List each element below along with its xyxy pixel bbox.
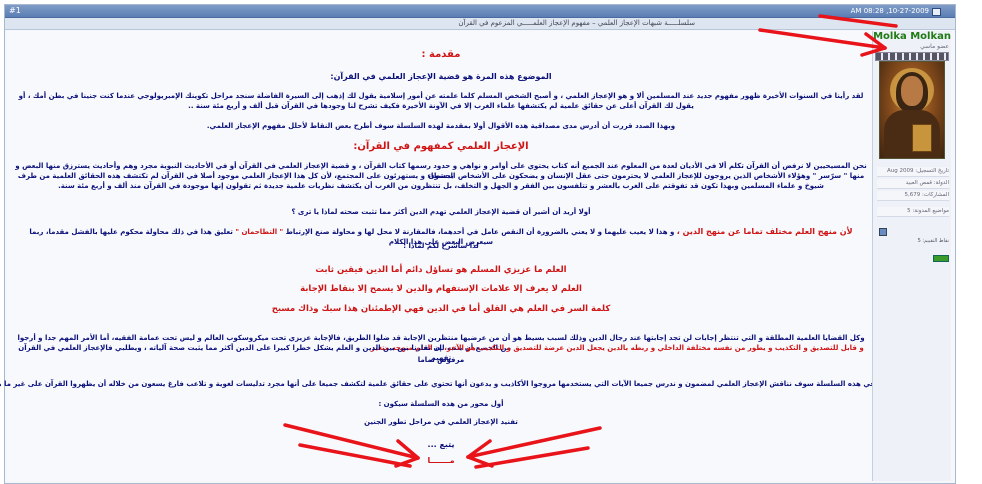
paragraph-9: أول محور من هذه السلسلة سيكون : bbox=[378, 400, 504, 408]
paragraph-4c: شيوخ و علماء المسلمين وبهذا تكون قد تفوق… bbox=[58, 182, 824, 190]
paragraph-10: تفنيد الإعجاز العلمي في مراحل تطور الجني… bbox=[364, 418, 518, 426]
forum-post: #1 AM 08:28 ,10-27-2009 سلسلـــــة شبهات… bbox=[0, 4, 956, 484]
info-country: الدولة: قمص العبيد bbox=[877, 179, 949, 189]
reputation-label: نقاط التقييم: 5 bbox=[917, 238, 949, 244]
avatar-book bbox=[912, 124, 932, 152]
red-line-1: العلم ما عزيزي المسلم هو تساؤل دائم أما … bbox=[315, 265, 567, 275]
paragraph-2a: لقد رأينا في السنوات الأخيرة ظهور مفهوم … bbox=[18, 92, 864, 100]
heading-intro: مقدمة : bbox=[421, 49, 461, 60]
paragraph-6a-red: لأن منهج العلم مختلف تماما عن منهج الدين… bbox=[676, 227, 853, 236]
post-status-icon bbox=[932, 8, 941, 16]
closing-word: مـــــــا bbox=[427, 456, 455, 465]
post-header-bar: #1 AM 08:28 ,10-27-2009 bbox=[5, 5, 955, 18]
post-number-link[interactable]: #1 bbox=[9, 5, 21, 17]
reputation-bar bbox=[933, 255, 949, 262]
paragraph-6a-navy: و هذا لا يعيب عليهما و لا يعني بالضرورة … bbox=[285, 228, 675, 236]
info-posts: المشاركات: 5,679 bbox=[877, 191, 949, 201]
post-date: AM 08:28 ,10-27-2009 bbox=[850, 7, 929, 15]
avatar-face bbox=[901, 76, 923, 106]
rank-stars bbox=[875, 52, 949, 61]
info-blog: مواضيع المدونة: 5 bbox=[877, 207, 949, 217]
paragraph-4b: منها " سرّسر " وهؤلاء الأشخاص الذين يروج… bbox=[17, 172, 865, 180]
red-line-2: العلم لا يعرف إلا علامات الإستفهام والدي… bbox=[300, 284, 582, 294]
thread-title: سلسلـــــة شبهات الإعجاز العلمي – مفهوم … bbox=[458, 19, 695, 27]
to-be-continued: يتبع ... bbox=[427, 440, 455, 449]
gender-icon bbox=[879, 228, 887, 236]
user-icons bbox=[877, 221, 949, 236]
red-line-3: كلمة السر في العلم هي القلق أما في الدين… bbox=[271, 304, 611, 314]
post-content: مقدمة : الموضوع هذه المرة هو قضية الإعجا… bbox=[0, 31, 875, 481]
heading-concept: الإعجاز العلمي كمفهوم في القرآن: bbox=[353, 141, 529, 152]
paragraph-7c: مرفوض تماما bbox=[417, 356, 465, 364]
info-join-date: تاريخ التسجيل: Aug 2009 bbox=[877, 167, 949, 177]
paragraph-6a-red2: " التطاحمان " bbox=[235, 228, 284, 236]
paragraph-6b: لذا سأشرح لكم لماذا : bbox=[403, 242, 479, 250]
username-link[interactable]: Molka Molkan bbox=[873, 31, 951, 42]
paragraph-3: وبهذا الصدد قررت أن أدرس مدى مصداقية هذه… bbox=[206, 122, 676, 130]
paragraph-7b-red: و قابل للتصديق و التكذيب و يطور من نفسه … bbox=[444, 344, 864, 352]
paragraph-8: في هذه السلسلة سوف نناقش الإعجاز العلمي … bbox=[0, 380, 875, 388]
thread-title-bar: سلسلـــــة شبهات الإعجاز العلمي – مفهوم … bbox=[5, 18, 955, 30]
paragraph-5: أولا أريد أن أشير أن قضية الإعجاز العلمي… bbox=[291, 208, 591, 216]
paragraph-1: الموضوع هذه المرة هو قضية الإعجاز العلمي… bbox=[330, 72, 552, 81]
avatar[interactable] bbox=[879, 61, 945, 159]
user-sidebar: Molka Molkan عضو ماسي تاريخ التسجيل: Aug… bbox=[872, 31, 951, 481]
user-title: عضو ماسي bbox=[920, 43, 949, 50]
paragraph-2b: يقول لك القرآن أعلى عن حقائق علمية لم يك… bbox=[188, 102, 694, 110]
